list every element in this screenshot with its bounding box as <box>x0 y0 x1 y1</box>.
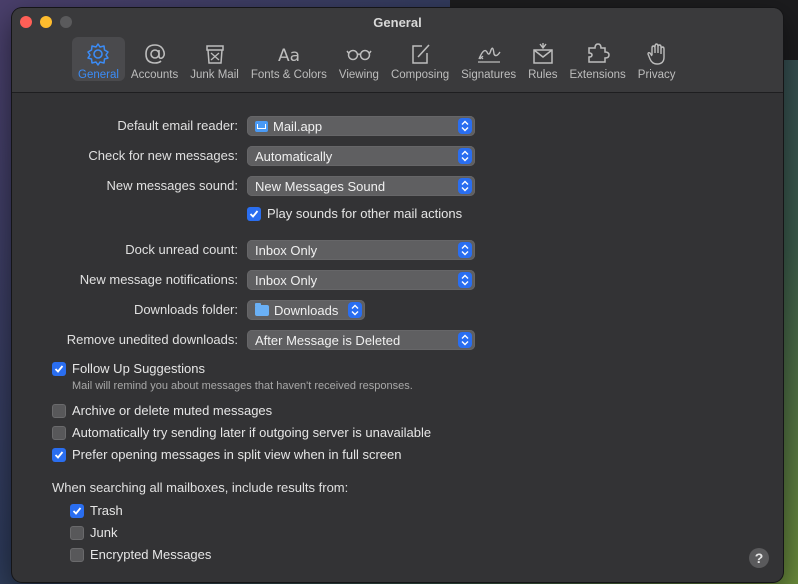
tab-fonts-colors[interactable]: Aa Fonts & Colors <box>245 37 333 81</box>
at-sign-icon <box>144 44 165 64</box>
popup-value: Inbox Only <box>255 242 318 258</box>
window-title: General <box>373 15 422 30</box>
follow-up-checkbox[interactable]: Follow Up Suggestions <box>52 361 205 376</box>
new-message-notifications-popup[interactable]: Inbox Only <box>247 270 475 290</box>
gear-icon <box>87 43 110 66</box>
preferences-window: General General Accounts Junk Mail Aa Fo… <box>12 8 783 582</box>
popup-value: Mail.app <box>273 118 323 134</box>
trash-label: Trash <box>90 503 123 518</box>
checkbox-checked[interactable] <box>247 206 261 221</box>
remove-unedited-downloads-popup[interactable]: After Message is Deleted <box>247 330 475 350</box>
checkbox-unchecked[interactable] <box>70 525 84 540</box>
tab-general[interactable]: General <box>72 37 125 81</box>
try-sending-later-checkbox[interactable]: Automatically try sending later if outgo… <box>52 425 431 440</box>
junk-label: Junk <box>90 525 118 540</box>
tab-extensions[interactable]: Extensions <box>564 37 632 81</box>
tab-label: Extensions <box>569 69 626 81</box>
archive-muted-label: Archive or delete muted messages <box>72 403 273 418</box>
new-message-notifications-label: New message notifications: <box>79 272 238 287</box>
checkbox-checked[interactable] <box>52 361 66 376</box>
tab-accounts[interactable]: Accounts <box>125 37 184 81</box>
titlebar: General General Accounts Junk Mail Aa Fo… <box>12 8 783 93</box>
encrypted-checkbox[interactable]: Encrypted Messages <box>70 547 211 562</box>
default-email-reader-row: Default email reader: Mail.app <box>12 115 783 137</box>
checkbox-unchecked[interactable] <box>52 425 66 440</box>
popup-value: Inbox Only <box>255 272 318 288</box>
downloads-folder-row: Downloads folder: Downloads <box>12 299 783 321</box>
junk-mail-icon <box>205 45 224 64</box>
archive-muted-checkbox[interactable]: Archive or delete muted messages <box>52 403 272 418</box>
checkbox-unchecked[interactable] <box>52 403 66 418</box>
tab-label: General <box>78 69 119 81</box>
signature-icon <box>477 47 501 63</box>
trash-checkbox[interactable]: Trash <box>70 503 123 518</box>
help-button[interactable]: ? <box>749 548 769 568</box>
chevron-updown-icon <box>458 272 472 288</box>
puzzle-icon <box>587 43 610 63</box>
downloads-folder-label: Downloads folder: <box>133 302 238 317</box>
tab-label: Signatures <box>461 69 517 81</box>
new-messages-sound-label: New messages sound: <box>106 178 238 193</box>
play-sounds-checkbox[interactable]: Play sounds for other mail actions <box>247 206 462 221</box>
tab-viewing[interactable]: Viewing <box>333 37 385 81</box>
checkbox-checked[interactable] <box>70 503 84 518</box>
split-view-checkbox[interactable]: Prefer opening messages in split view wh… <box>52 447 402 462</box>
dock-unread-count-label: Dock unread count: <box>125 242 238 257</box>
fonts-icon: Aa <box>278 46 300 66</box>
tab-junk-mail[interactable]: Junk Mail <box>184 37 245 81</box>
check-new-messages-row: Check for new messages: Automatically <box>12 145 783 167</box>
check-new-messages-popup[interactable]: Automatically <box>247 146 475 166</box>
check-new-messages-label: Check for new messages: <box>88 148 238 163</box>
chevron-updown-icon <box>348 302 362 318</box>
glasses-icon <box>346 49 372 61</box>
chevron-updown-icon <box>458 148 472 164</box>
tab-signatures[interactable]: Signatures <box>455 37 522 81</box>
tab-label: Viewing <box>338 69 379 81</box>
preferences-toolbar: General Accounts Junk Mail Aa Fonts & Co… <box>72 37 681 81</box>
popup-value: Downloads <box>274 302 339 318</box>
remove-unedited-downloads-label: Remove unedited downloads: <box>66 332 238 347</box>
new-message-notifications-row: New message notifications: Inbox Only <box>12 269 783 291</box>
follow-up-label: Follow Up Suggestions <box>72 361 205 376</box>
tab-privacy[interactable]: Privacy <box>632 37 682 81</box>
junk-checkbox[interactable]: Junk <box>70 525 117 540</box>
play-sounds-label: Play sounds for other mail actions <box>267 206 463 221</box>
chevron-updown-icon <box>458 118 472 134</box>
search-heading: When searching all mailboxes, include re… <box>52 480 349 495</box>
encrypted-label: Encrypted Messages <box>90 547 212 562</box>
chevron-updown-icon <box>458 178 472 194</box>
svg-text:Aa: Aa <box>278 46 300 66</box>
remove-unedited-downloads-row: Remove unedited downloads: After Message… <box>12 329 783 351</box>
tab-label: Fonts & Colors <box>250 69 327 81</box>
try-sending-later-label: Automatically try sending later if outgo… <box>72 425 432 440</box>
popup-value: Automatically <box>255 148 333 164</box>
tab-label: Accounts <box>130 69 179 81</box>
split-view-label: Prefer opening messages in split view wh… <box>72 447 402 462</box>
popup-value: After Message is Deleted <box>255 332 401 348</box>
tab-label: Composing <box>390 69 450 81</box>
compose-icon <box>412 44 430 64</box>
downloads-folder-popup[interactable]: Downloads <box>247 300 365 320</box>
default-email-reader-label: Default email reader: <box>117 118 238 133</box>
tab-rules[interactable]: Rules <box>522 37 563 81</box>
tab-composing[interactable]: Composing <box>385 37 455 81</box>
tab-label: Privacy <box>637 69 676 81</box>
dock-unread-count-row: Dock unread count: Inbox Only <box>12 239 783 261</box>
follow-up-note: Mail will remind you about messages that… <box>72 380 413 392</box>
checkbox-unchecked[interactable] <box>70 547 84 562</box>
tab-label: Rules <box>528 69 558 81</box>
popup-value: New Messages Sound <box>255 178 386 194</box>
folder-icon <box>255 302 269 316</box>
chevron-updown-icon <box>458 332 472 348</box>
default-email-reader-popup[interactable]: Mail.app <box>247 116 475 136</box>
chevron-updown-icon <box>458 242 472 258</box>
new-messages-sound-row: New messages sound: New Messages Sound <box>12 175 783 197</box>
rules-icon <box>533 43 553 64</box>
tab-label: Junk Mail <box>190 69 239 81</box>
mail-app-icon <box>255 120 268 132</box>
hand-icon <box>646 43 665 65</box>
new-messages-sound-popup[interactable]: New Messages Sound <box>247 176 475 196</box>
dock-unread-count-popup[interactable]: Inbox Only <box>247 240 475 260</box>
checkbox-checked[interactable] <box>52 447 66 462</box>
